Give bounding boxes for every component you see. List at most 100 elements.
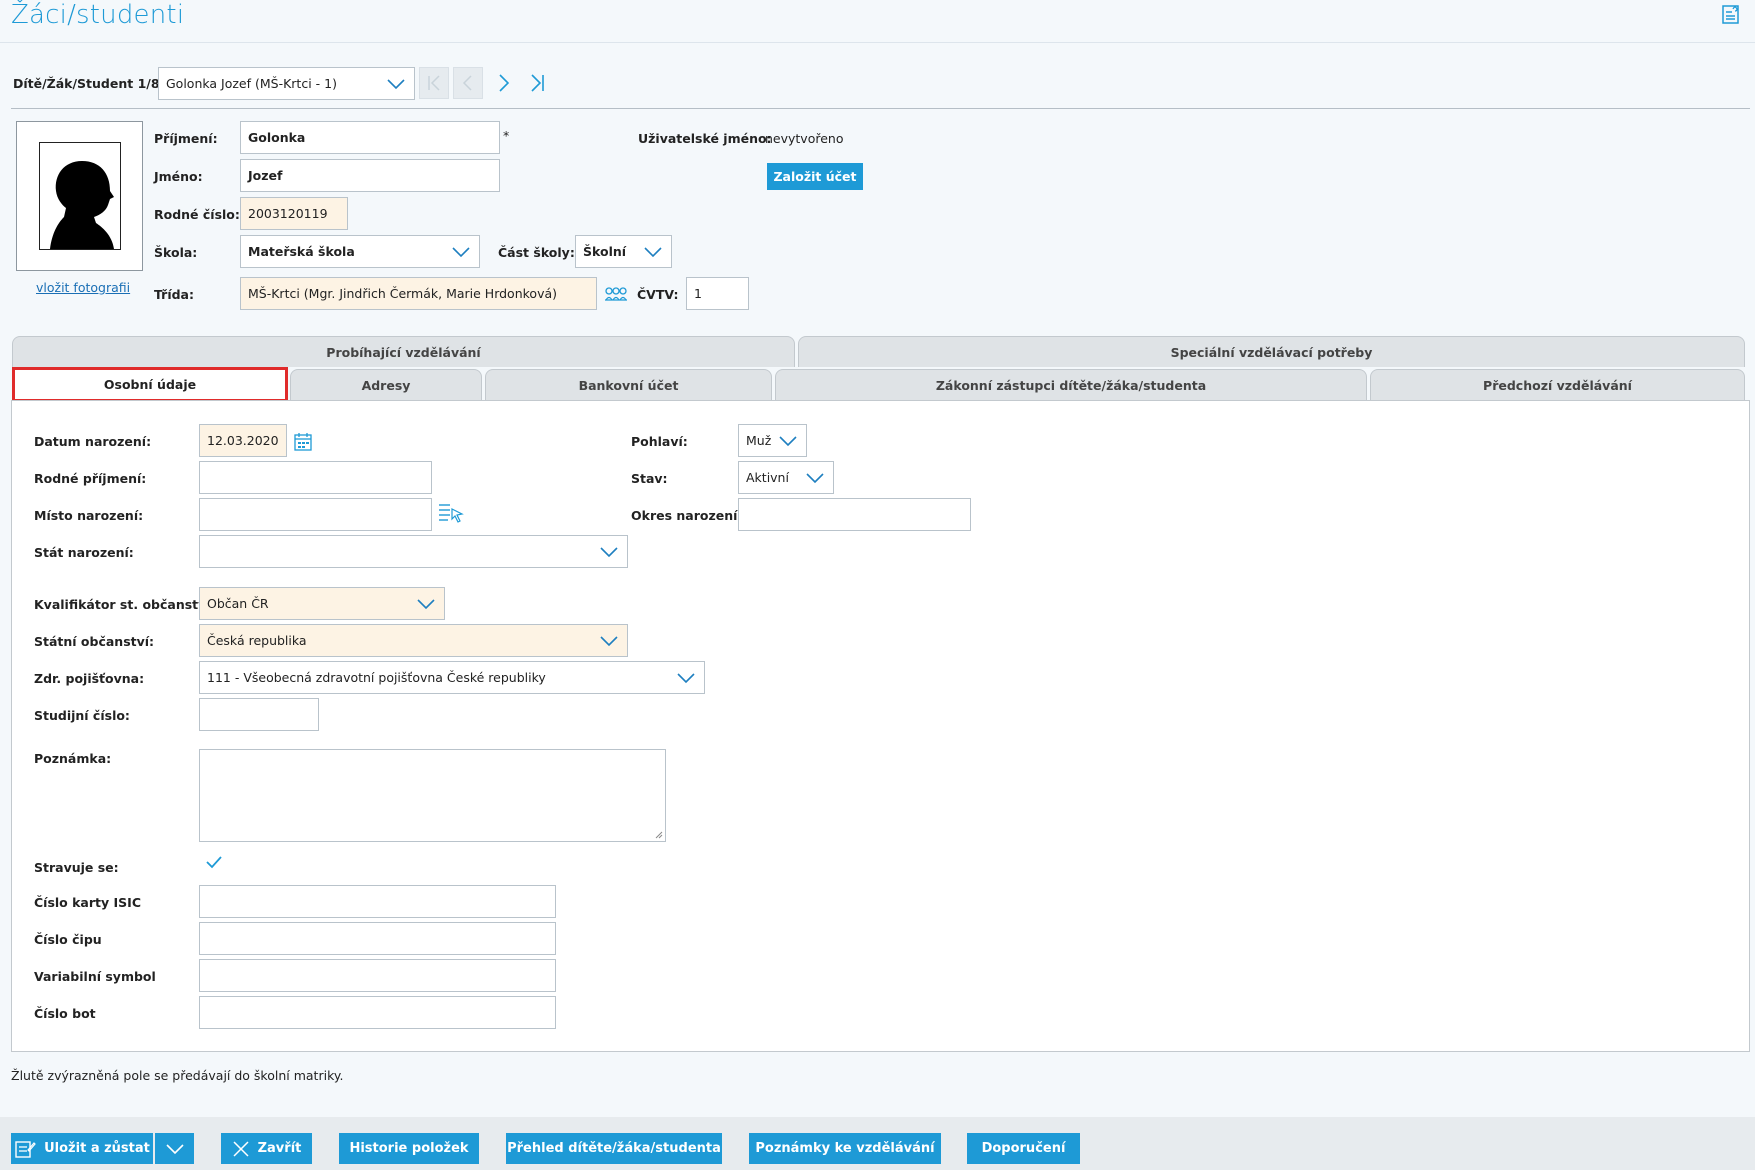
- birth-state-label: Stát narození:: [34, 545, 134, 560]
- close-button[interactable]: Zavřít: [221, 1133, 312, 1164]
- tab-special-needs[interactable]: Speciální vzdělávací potřeby: [798, 336, 1745, 367]
- school-select-value: Mateřská škola: [248, 244, 355, 259]
- student-navigator-label: Dítě/Žák/Student 1/8:: [13, 76, 165, 91]
- insurance-select[interactable]: 111 - Všeobecná zdravotní pojišťovna Čes…: [199, 661, 705, 694]
- last-record-button[interactable]: [523, 67, 553, 99]
- chevron-down-icon: [417, 599, 435, 610]
- birth-place-input[interactable]: [199, 498, 432, 531]
- close-icon: [233, 1140, 249, 1157]
- tab-bank-account[interactable]: Bankovní účet: [485, 369, 772, 400]
- meals-label: Stravuje se:: [34, 860, 119, 875]
- school-select[interactable]: Mateřská škola: [240, 235, 480, 268]
- surname-label: Příjmení:: [154, 131, 218, 146]
- birth-state-select[interactable]: [199, 535, 628, 568]
- gender-label: Pohlaví:: [631, 434, 688, 449]
- school-part-label: Část školy:: [498, 245, 575, 260]
- gender-select[interactable]: Muž: [738, 424, 807, 457]
- meals-checkbox[interactable]: [206, 855, 222, 872]
- chevron-down-icon: [452, 247, 470, 258]
- citizenship-qualifier-select[interactable]: Občan ČR: [199, 587, 445, 620]
- overview-button[interactable]: Přehled dítěte/žáka/studenta: [506, 1133, 722, 1164]
- citizenship-qualifier-label: Kvalifikátor st. občanství:: [34, 597, 216, 612]
- birth-number-label: Rodné číslo:: [154, 207, 240, 222]
- name-input[interactable]: Jozef: [240, 159, 500, 192]
- save-stay-label: Uložit a zůstat: [44, 1141, 150, 1156]
- class-label: Třída:: [154, 287, 194, 302]
- class-input[interactable]: MŠ-Krtci (Mgr. Jindřich Čermák, Marie Hr…: [240, 277, 597, 310]
- birth-date-input[interactable]: 12.03.2020: [199, 424, 287, 457]
- resize-handle-icon[interactable]: [655, 831, 663, 839]
- calendar-icon[interactable]: [294, 432, 312, 454]
- isic-input[interactable]: [199, 885, 556, 918]
- recommendations-button[interactable]: Doporučení: [967, 1133, 1080, 1164]
- next-record-button[interactable]: [489, 67, 519, 99]
- school-part-select[interactable]: Školní: [575, 235, 672, 268]
- variable-symbol-label: Variabilní symbol: [34, 969, 156, 984]
- birth-district-input[interactable]: [738, 498, 971, 531]
- save-stay-button[interactable]: Uložit a zůstat: [11, 1133, 153, 1164]
- chevron-down-icon: [677, 673, 695, 684]
- study-number-label: Studijní číslo:: [34, 708, 130, 723]
- variable-symbol-input[interactable]: [199, 959, 556, 992]
- tab-personal-data[interactable]: Osobní údaje: [12, 367, 288, 402]
- tab-ongoing-education[interactable]: Probíhající vzdělávání: [12, 336, 795, 367]
- student-select[interactable]: Golonka Jozef (MŠ-Krtci - 1): [158, 67, 415, 100]
- first-record-button[interactable]: [419, 67, 449, 99]
- chevron-down-icon: [600, 547, 618, 558]
- citizenship-select[interactable]: Česká republika: [199, 624, 628, 657]
- history-button[interactable]: Historie položek: [339, 1133, 479, 1164]
- chevron-down-icon: [600, 636, 618, 647]
- save-options-dropdown[interactable]: [155, 1133, 194, 1164]
- maiden-name-label: Rodné příjmení:: [34, 471, 147, 486]
- chevron-down-icon: [165, 1143, 184, 1154]
- chip-input[interactable]: [199, 922, 556, 955]
- tab-addresses[interactable]: Adresy: [290, 369, 482, 400]
- chevron-down-icon: [387, 79, 405, 90]
- insert-photo-link[interactable]: vložit fotografii: [36, 280, 130, 295]
- status-select[interactable]: Aktivní: [738, 461, 834, 494]
- school-label: Škola:: [154, 245, 198, 260]
- name-label: Jméno:: [154, 169, 203, 184]
- previous-record-button[interactable]: [453, 67, 483, 99]
- tab-previous-education[interactable]: Předchozí vzdělávání: [1370, 369, 1745, 400]
- footer-note: Žlutě zvýrazněná pole se předávají do šk…: [11, 1068, 344, 1083]
- navigator-divider: [11, 108, 1750, 109]
- chevron-right-icon: [499, 74, 510, 92]
- chip-label: Číslo čipu: [34, 932, 102, 947]
- chevron-left-icon: [462, 75, 472, 91]
- birth-number-input[interactable]: 2003120119: [240, 197, 348, 230]
- chevron-down-icon: [806, 473, 824, 484]
- education-notes-button[interactable]: Poznámky ke vzdělávání: [749, 1133, 941, 1164]
- required-mark: *: [503, 128, 510, 143]
- first-icon: [428, 75, 440, 91]
- manual-icon[interactable]: [1721, 3, 1741, 24]
- last-icon: [531, 74, 544, 92]
- student-select-value: Golonka Jozef (MŠ-Krtci - 1): [166, 76, 337, 91]
- close-label: Zavřít: [257, 1141, 302, 1156]
- surname-input[interactable]: Golonka: [240, 121, 500, 154]
- insurance-label: Zdr. pojišťovna:: [34, 671, 145, 686]
- shoe-size-input[interactable]: [199, 996, 556, 1029]
- checkmark-icon: [206, 856, 222, 869]
- select-from-list-icon[interactable]: [437, 501, 465, 528]
- note-textarea[interactable]: [199, 749, 666, 842]
- cvtv-input[interactable]: 1: [686, 277, 749, 310]
- page-title: Žáci/studenti: [11, 0, 185, 30]
- create-account-button[interactable]: Založit účet: [767, 163, 863, 190]
- note-label: Poznámka:: [34, 751, 112, 766]
- cvtv-label: ČVTV:: [637, 287, 679, 302]
- child-silhouette-icon: [49, 161, 114, 249]
- username-label: Uživatelské jméno:: [638, 131, 772, 146]
- gender-value: Muž: [746, 433, 772, 448]
- maiden-name-input[interactable]: [199, 461, 432, 494]
- citizenship-qualifier-value: Občan ČR: [207, 596, 269, 611]
- isic-label: Číslo karty ISIC: [34, 895, 141, 910]
- status-label: Stav:: [631, 471, 668, 486]
- tab-legal-guardians[interactable]: Zákonní zástupci dítěte/žáka/studenta: [775, 369, 1367, 400]
- class-members-icon[interactable]: [604, 285, 628, 306]
- chevron-down-icon: [779, 436, 797, 447]
- school-part-value: Školní: [583, 244, 627, 259]
- save-icon: [15, 1140, 36, 1158]
- username-value: nevytvořeno: [765, 131, 844, 146]
- study-number-input[interactable]: [199, 698, 319, 731]
